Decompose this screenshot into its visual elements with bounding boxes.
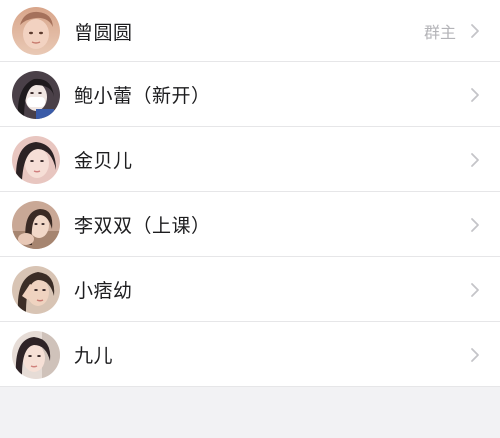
member-row-1[interactable]: 曾圆圆 群主 [0, 0, 500, 62]
member-row-5[interactable]: 小痞幼 [0, 257, 500, 322]
chevron-right-icon [470, 152, 480, 168]
member-row-6[interactable]: 九儿 [0, 322, 500, 387]
member-name: 曾圆圆 [74, 21, 133, 44]
chevron-right-icon [470, 87, 480, 103]
chevron-right-icon [470, 217, 480, 233]
member-row-2[interactable]: 鲍小蕾（新开） [0, 62, 500, 127]
chevron-right-icon [470, 23, 480, 39]
chevron-right-icon [470, 282, 480, 298]
member-name: 小痞幼 [74, 280, 133, 302]
member-row-4[interactable]: 李双双（上课） [0, 192, 500, 257]
avatar [12, 330, 60, 379]
avatar [12, 135, 60, 184]
member-name: 九儿 [74, 345, 114, 367]
member-name: 金贝儿 [74, 150, 133, 172]
avatar [12, 200, 60, 249]
avatar [12, 70, 60, 119]
member-name: 鲍小蕾（新开） [74, 85, 211, 107]
avatar [12, 265, 60, 314]
owner-badge: 群主 [423, 23, 456, 42]
member-list: 曾圆圆 群主 鲍小蕾（新开） 金贝儿 李双双（上课） 小痞幼 九儿 [0, 0, 500, 387]
member-row-3[interactable]: 金贝儿 [0, 127, 500, 192]
member-name: 李双双（上课） [74, 215, 211, 237]
avatar [12, 7, 60, 55]
chevron-right-icon [470, 347, 480, 363]
